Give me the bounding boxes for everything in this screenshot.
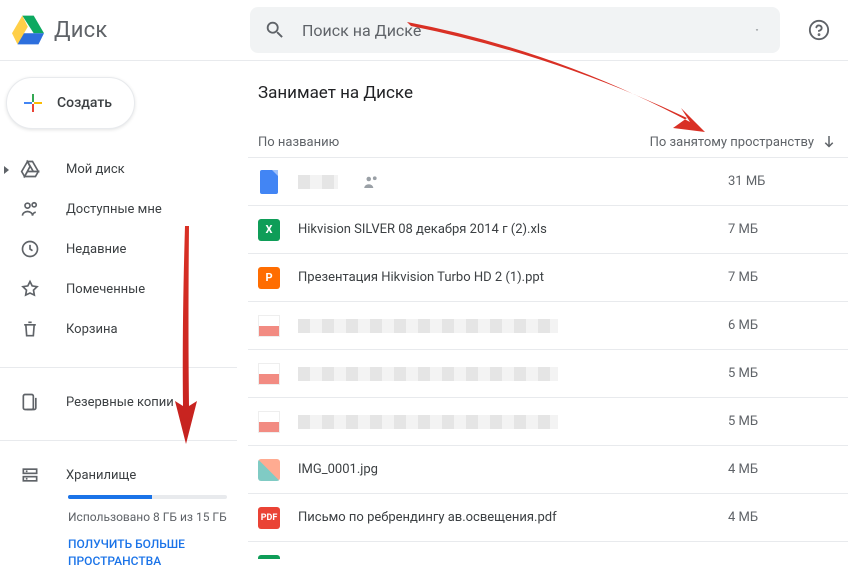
help-icon[interactable] xyxy=(808,19,830,41)
drive-logo-icon xyxy=(12,14,44,46)
file-row[interactable]: 31 МБ xyxy=(248,157,848,205)
sidebar: Создать Мой диск Доступные мне Недавние … xyxy=(0,61,238,559)
file-name xyxy=(298,319,728,333)
expand-icon xyxy=(4,166,9,174)
file-size: 7 МБ xyxy=(728,222,848,237)
sidebar-item-recent[interactable]: Недавние xyxy=(0,229,237,269)
file-name: Презентация Hikvision Turbo HD 2 (1).ppt xyxy=(298,270,728,285)
file-size: 5 МБ xyxy=(728,366,848,381)
file-size: 3 МБ xyxy=(728,558,848,559)
sidebar-item-label: Резервные копии xyxy=(66,395,174,410)
sidebar-item-label: Недавние xyxy=(66,242,126,257)
file-row[interactable]: 5 МБ xyxy=(248,349,848,397)
column-headers: По названию По занятому пространству xyxy=(248,127,848,157)
my-drive-icon xyxy=(20,159,40,179)
storage-icon xyxy=(20,465,40,485)
file-row[interactable]: IMG_0001.jpg4 МБ xyxy=(248,445,848,493)
file-size: 6 МБ xyxy=(728,318,848,333)
sidebar-item-shared[interactable]: Доступные мне xyxy=(0,189,237,229)
storage-cta-link[interactable]: ПОЛУЧИТЬ БОЛЬШЕ ПРОСТРАНСТВА xyxy=(68,536,227,569)
xls-icon: X xyxy=(258,555,280,560)
storage-bar xyxy=(68,495,227,499)
shared-icon xyxy=(20,199,40,219)
file-name: Hikvision SILVER 08 декабря 2014 г (2).x… xyxy=(298,222,728,237)
page-title: Занимает на Диске xyxy=(248,83,848,103)
nav: Мой диск Доступные мне Недавние Помеченн… xyxy=(0,149,237,349)
search-options-icon[interactable] xyxy=(748,21,766,39)
file-row[interactable]: X Hikvision SILVER 08 декабря 2014 г (2).… xyxy=(248,205,848,253)
sidebar-item-trash[interactable]: Корзина xyxy=(0,309,237,349)
col-size-header[interactable]: По занятому пространству xyxy=(650,133,848,151)
storage-label: Хранилище xyxy=(66,468,136,483)
trash-icon xyxy=(20,319,40,339)
file-size: 4 МБ xyxy=(728,510,848,525)
file-row[interactable]: P Презентация Hikvision Turbo HD 2 (1).pp… xyxy=(248,253,848,301)
blurred-thumb-icon xyxy=(258,315,280,337)
shared-indicator-icon xyxy=(362,173,380,191)
main-content: Занимает на Диске По названию По занятом… xyxy=(238,61,848,559)
search-bar[interactable] xyxy=(250,7,780,53)
xls-icon: X xyxy=(258,219,280,241)
app-title: Диск xyxy=(54,18,107,43)
ppt-icon: P xyxy=(258,267,280,289)
sort-desc-icon xyxy=(820,133,838,151)
file-size: 4 МБ xyxy=(728,462,848,477)
sidebar-item-label: Мой диск xyxy=(66,162,125,177)
header: Диск xyxy=(0,0,848,60)
star-icon xyxy=(20,279,40,299)
image-icon xyxy=(258,459,280,481)
file-row[interactable]: X 3 МБ xyxy=(248,541,848,559)
search-input[interactable] xyxy=(286,21,748,40)
sidebar-item-backups[interactable]: Резервные копии xyxy=(0,382,237,422)
file-name xyxy=(298,415,728,429)
file-size: 5 МБ xyxy=(728,414,848,429)
sidebar-item-my-drive[interactable]: Мой диск xyxy=(0,149,237,189)
sidebar-item-starred[interactable]: Помеченные xyxy=(0,269,237,309)
file-row[interactable]: PDF Письмо по ребрендингу ав.освещения.pd… xyxy=(248,493,848,541)
col-name-header[interactable]: По названию xyxy=(258,135,650,150)
storage-bar-fill xyxy=(68,495,152,499)
backup-icon xyxy=(20,392,40,412)
file-name xyxy=(298,367,728,381)
blurred-thumb-icon xyxy=(258,411,280,433)
create-button[interactable]: Создать xyxy=(6,77,135,129)
logo[interactable]: Диск xyxy=(12,14,250,46)
sidebar-item-label: Корзина xyxy=(66,322,118,337)
search-icon xyxy=(264,19,286,41)
blurred-thumb-icon xyxy=(258,363,280,385)
file-name: IMG_0001.jpg xyxy=(298,462,728,477)
file-name xyxy=(298,559,728,560)
plus-icon xyxy=(21,91,45,115)
col-size-label: По занятому пространству xyxy=(650,135,814,150)
create-button-label: Создать xyxy=(57,95,112,111)
sidebar-item-storage[interactable]: Хранилище xyxy=(0,455,237,495)
sidebar-item-label: Помеченные xyxy=(66,282,145,297)
file-list: 31 МБ X Hikvision SILVER 08 декабря 2014 г… xyxy=(248,157,848,559)
recent-icon xyxy=(20,239,40,259)
file-size: 7 МБ xyxy=(728,270,848,285)
file-row[interactable]: 5 МБ xyxy=(248,397,848,445)
file-name: Письмо по ребрендингу ав.освещения.pdf xyxy=(298,510,728,525)
file-name xyxy=(298,175,348,189)
pdf-icon: PDF xyxy=(258,507,280,529)
storage-used-text: Использовано 8 ГБ из 15 ГБ xyxy=(68,509,227,526)
file-row[interactable]: 6 МБ xyxy=(248,301,848,349)
file-size: 31 МБ xyxy=(728,174,848,189)
sidebar-item-label: Доступные мне xyxy=(66,202,162,217)
storage-section: Хранилище Использовано 8 ГБ из 15 ГБ ПОЛ… xyxy=(0,455,237,569)
doc-icon xyxy=(260,170,278,194)
